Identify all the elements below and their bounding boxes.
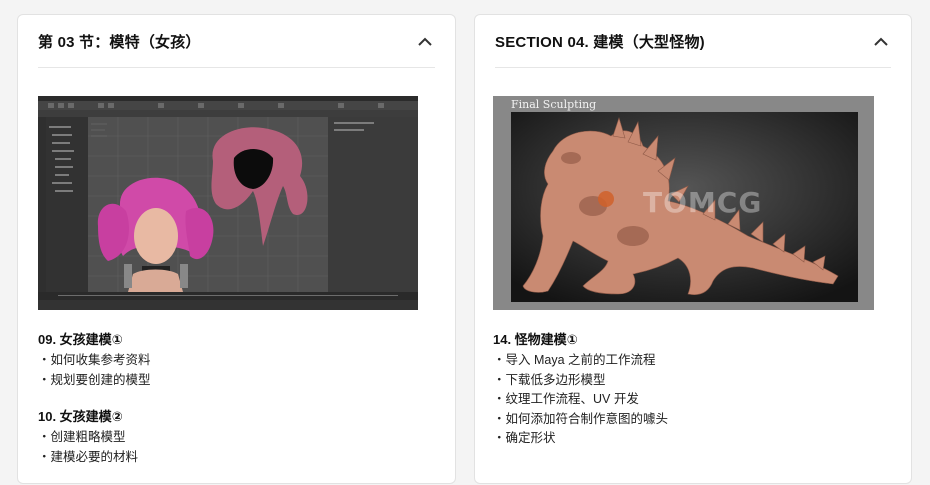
chevron-up-icon[interactable] (415, 31, 435, 51)
lesson-list: 14. 怪物建模① 导入 Maya 之前的工作流程 下载低多边形模型 纹理工作流… (493, 331, 668, 467)
lesson-topic: 纹理工作流程、UV 开发 (493, 390, 668, 410)
lesson-item: 14. 怪物建模① 导入 Maya 之前的工作流程 下载低多边形模型 纹理工作流… (493, 331, 668, 449)
lesson-list: 09. 女孩建模① 如何收集参考资料 规划要创建的模型 10. 女孩建模② 创建… (38, 331, 151, 485)
lesson-topic: 创建粗略模型 (38, 428, 151, 448)
section-title: 第 03 节：模特（女孩） (38, 33, 201, 51)
lesson-topic: 如何收集参考资料 (38, 351, 151, 371)
section-card-04: SECTION 04. 建模（大型怪物) Final Sculpting TOM… (474, 14, 912, 484)
lesson-item: 09. 女孩建模① 如何收集参考资料 规划要创建的模型 (38, 331, 151, 390)
chevron-up-icon[interactable] (871, 31, 891, 51)
lesson-topic: 下载低多边形模型 (493, 371, 668, 391)
lesson-topic: 确定形状 (493, 429, 668, 449)
lesson-topic: 建模必要的材料 (38, 448, 151, 468)
maya-screenshot-thumbnail (38, 96, 418, 310)
monster-sculpt-thumbnail: Final Sculpting TOMCG (493, 96, 874, 310)
lesson-topic: 导入 Maya 之前的工作流程 (493, 351, 668, 371)
section-header[interactable]: 第 03 节：模特（女孩） (38, 15, 435, 68)
lesson-title: 09. 女孩建模① (38, 332, 123, 347)
image-caption: Final Sculpting (511, 98, 596, 111)
section-title: SECTION 04. 建模（大型怪物) (495, 33, 705, 51)
lesson-topic: 规划要创建的模型 (38, 371, 151, 391)
lesson-title: 10. 女孩建模② (38, 409, 123, 424)
lesson-item: 10. 女孩建模② 创建粗略模型 建模必要的材料 (38, 408, 151, 467)
lesson-title: 14. 怪物建模① (493, 332, 578, 347)
section-header[interactable]: SECTION 04. 建模（大型怪物) (495, 15, 891, 68)
section-card-03: 第 03 节：模特（女孩） 09. 女孩建模① ・ 如何收集参考资料 ・ 规划要… (17, 14, 456, 484)
lesson-topic: 如何添加符合制作意图的噱头 (493, 410, 669, 430)
watermark-text: TOMCG (643, 186, 762, 219)
